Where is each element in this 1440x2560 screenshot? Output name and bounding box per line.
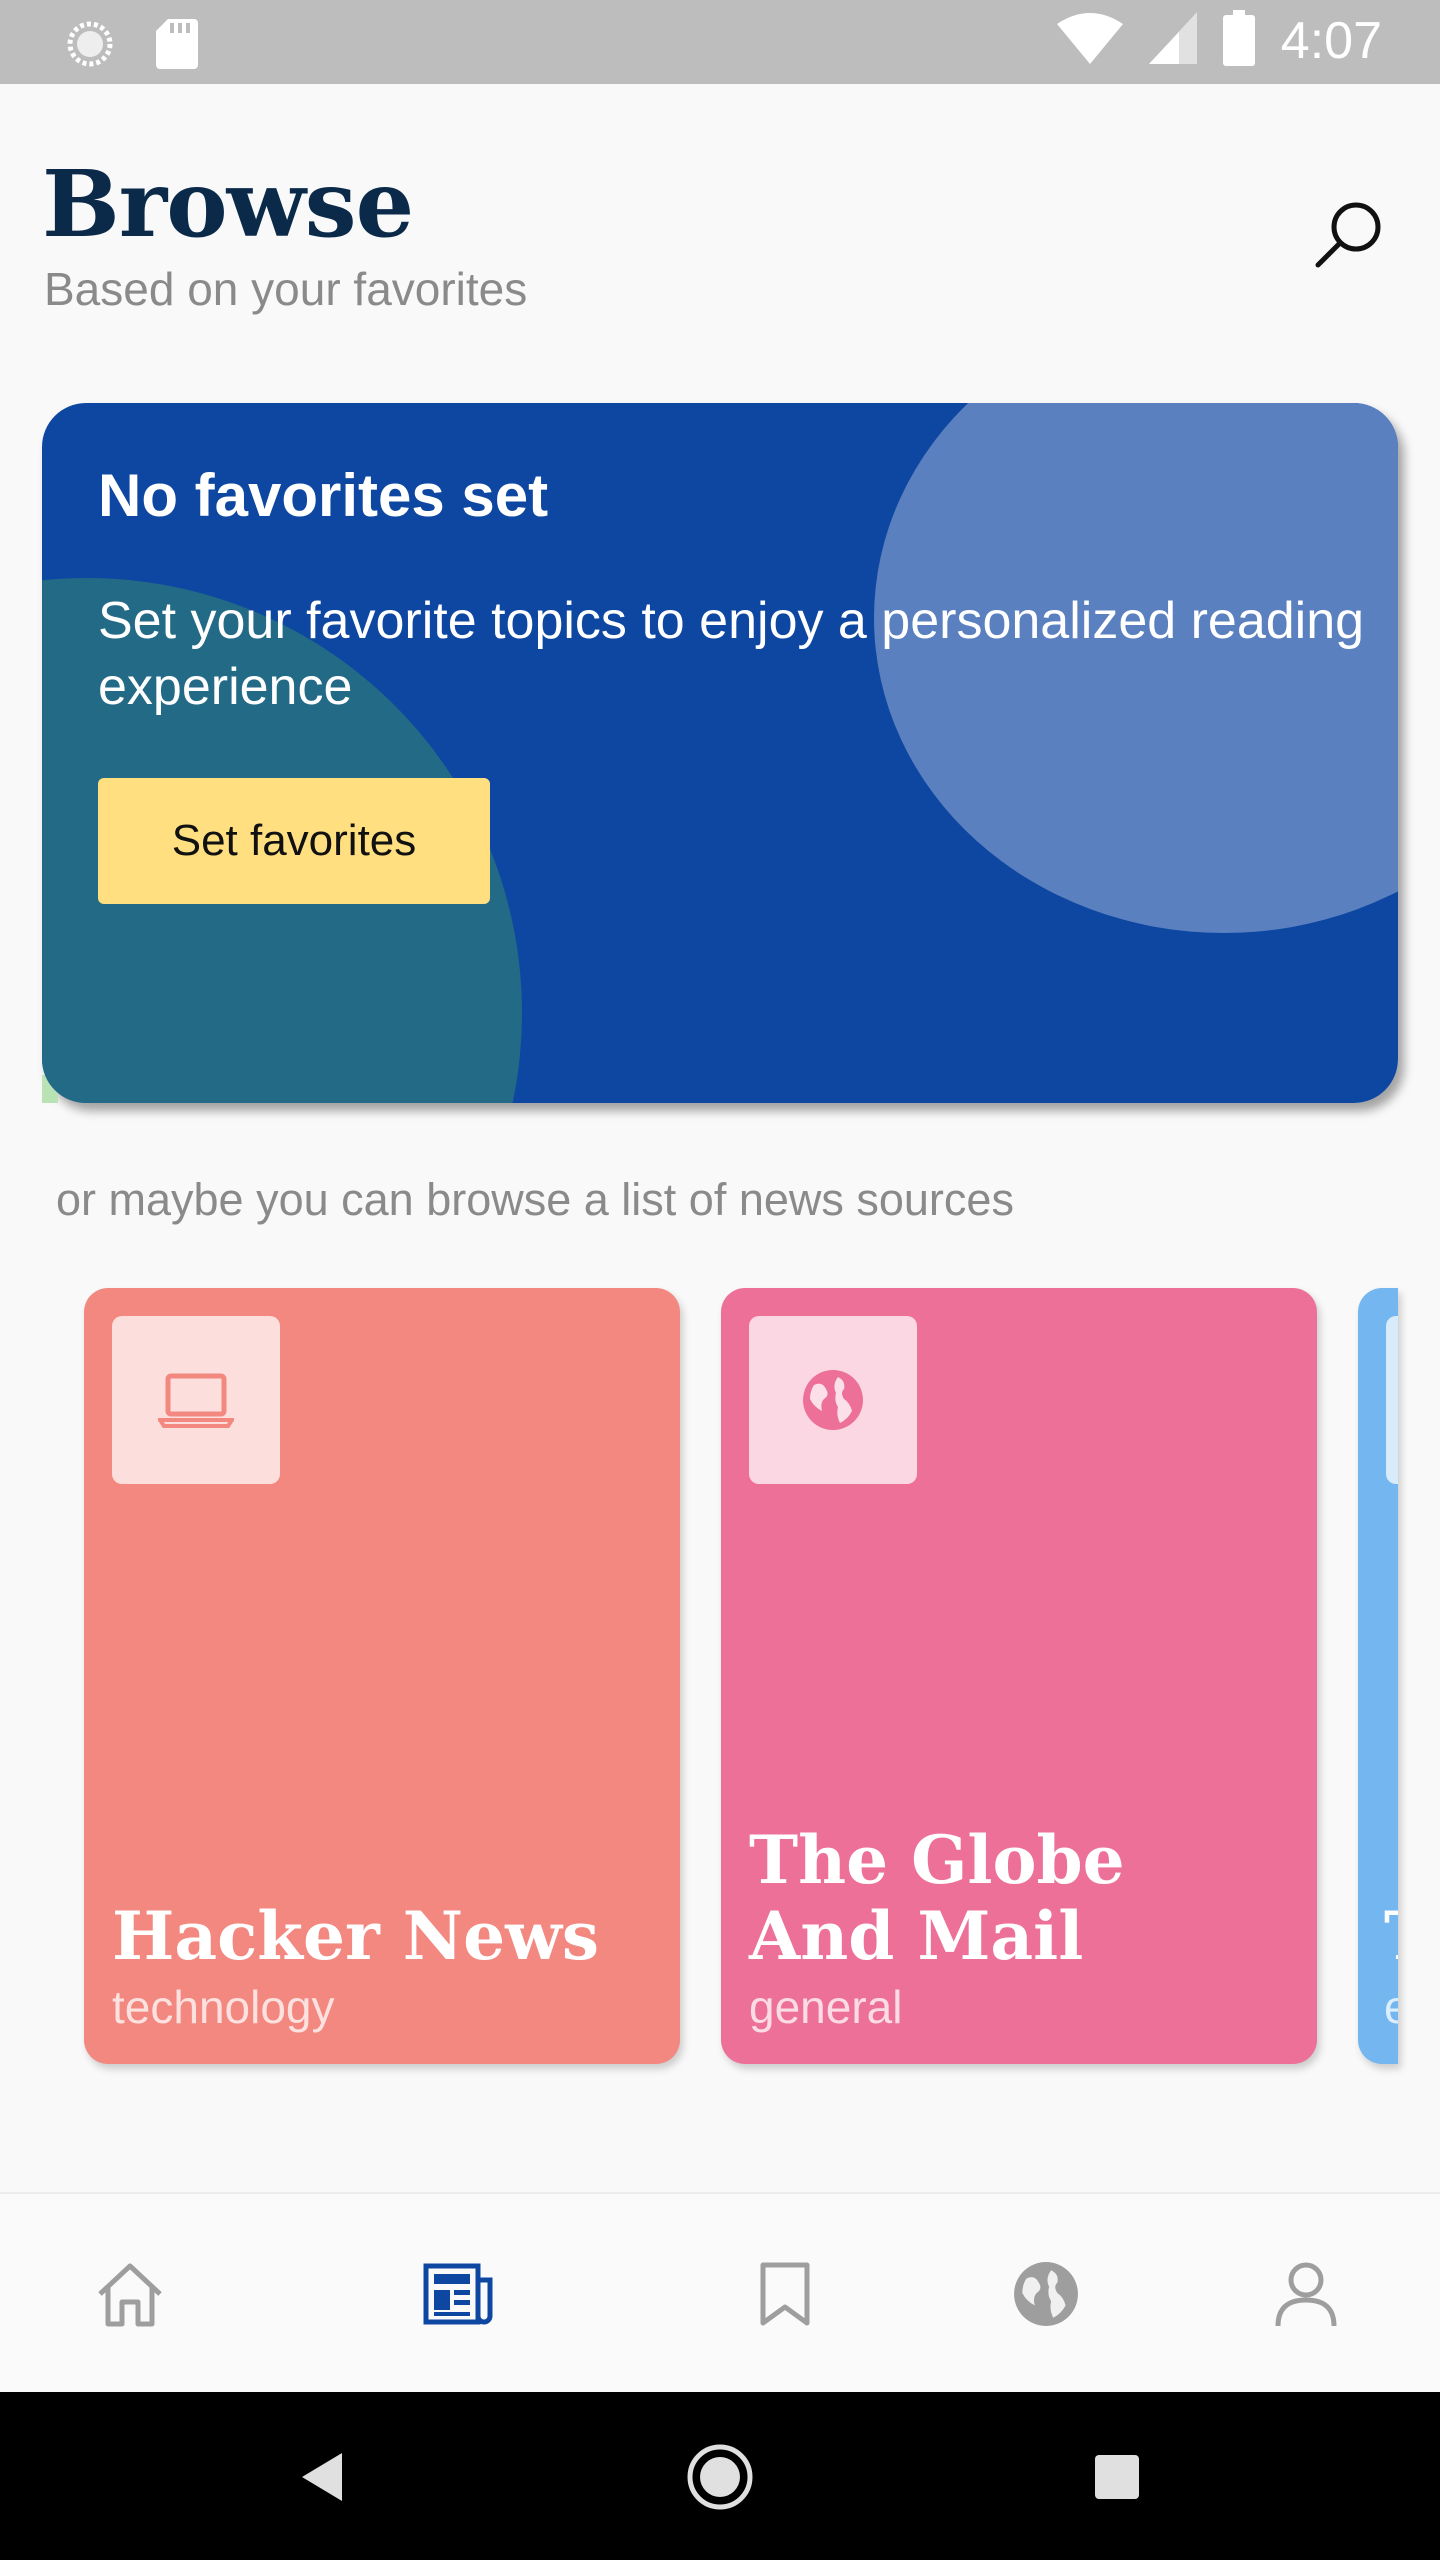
source-category: general [749, 1981, 903, 2033]
sync-icon [64, 18, 116, 75]
wifi-icon [1056, 12, 1123, 69]
status-time: 4:07 [1280, 11, 1382, 70]
favorites-card-title: No favorites set [98, 462, 549, 529]
bottom-navigation [0, 2192, 1440, 2392]
home-icon [687, 2444, 753, 2510]
page-title: Browse [42, 150, 414, 258]
nav-profile[interactable] [1266, 2254, 1346, 2334]
source-icon-container [1386, 1316, 1398, 1484]
search-icon [1315, 202, 1381, 268]
home-icon [98, 2263, 162, 2327]
system-navigation-bar [0, 2392, 1440, 2560]
search-button[interactable] [1310, 195, 1390, 275]
source-card-hacker-news[interactable]: Hacker News technology [84, 1288, 680, 2064]
source-category: technology [112, 1981, 335, 2033]
nav-explore[interactable] [1006, 2254, 1086, 2334]
signal-icon [1148, 12, 1197, 69]
source-icon-container [749, 1316, 917, 1484]
favorites-card-description: Set your favorite topics to enjoy a pers… [98, 592, 1365, 716]
battery-icon [1222, 10, 1255, 71]
source-category: e [1384, 1981, 1398, 2033]
set-favorites-button[interactable]: Set favorites [98, 778, 490, 904]
page-subtitle: Based on your favorites [44, 263, 528, 315]
source-name: Hacker News [112, 1897, 600, 1975]
source-card-globe-and-mail[interactable]: The Globe And Mail general [721, 1288, 1317, 2064]
recents-icon [1095, 2455, 1139, 2499]
bookmark-icon [760, 2262, 810, 2326]
laptop-icon [158, 1373, 234, 1428]
source-name: The Globe And Mail [749, 1821, 1125, 1975]
sources-hint: or maybe you can browse a list of news s… [56, 1174, 1014, 1225]
source-icon-container [112, 1316, 280, 1484]
nav-home[interactable] [90, 2254, 170, 2334]
sd-card-icon [156, 19, 198, 74]
system-back-button[interactable] [276, 2432, 366, 2522]
globe-icon [1014, 2262, 1078, 2326]
source-card-partial[interactable]: T e [1358, 1288, 1398, 2064]
globe-icon [803, 1370, 863, 1430]
nav-news[interactable] [418, 2254, 498, 2334]
back-icon [302, 2453, 342, 2501]
browse-screen: 4:07 Browse Based on your favorites No f… [0, 0, 1440, 2560]
system-recents-button[interactable] [1072, 2432, 1162, 2522]
nav-bookmarks[interactable] [745, 2254, 825, 2334]
system-home-button[interactable] [675, 2432, 765, 2522]
status-bar: 4:07 [0, 0, 1440, 84]
person-icon [1275, 2262, 1337, 2327]
favorites-card: No favorites set Set your favorite topic… [42, 403, 1398, 1103]
newspaper-icon [423, 2263, 493, 2325]
